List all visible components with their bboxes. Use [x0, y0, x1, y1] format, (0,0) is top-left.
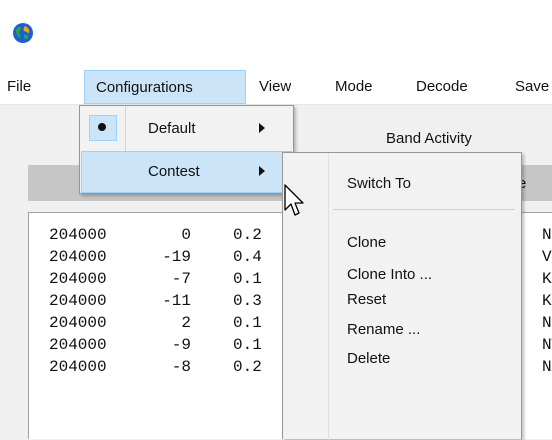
menu-item-reset[interactable]: Reset [347, 290, 386, 310]
globe-icon[interactable] [12, 22, 34, 44]
menu-bar: File Configurations View Mode Decode Sav… [0, 70, 552, 105]
chevron-right-icon [259, 123, 265, 133]
menu-item-rename[interactable]: Rename ... [347, 320, 420, 340]
band-activity-title: Band Activity [386, 130, 472, 147]
title-bar [0, 0, 552, 70]
config-default-item[interactable]: Default [81, 108, 292, 150]
menu-gutter-divider [328, 153, 329, 440]
menu-item-switch-to[interactable]: Switch To [347, 174, 411, 194]
contest-submenu: Switch To Clone Clone Into ... Reset Ren… [282, 152, 522, 440]
menu-item-clone[interactable]: Clone [347, 233, 386, 253]
menu-item-clone-into[interactable]: Clone Into ... [347, 265, 432, 285]
config-contest-item[interactable]: Contest [81, 151, 292, 193]
chevron-right-icon [259, 166, 265, 176]
menu-separator [333, 209, 515, 210]
menu-save[interactable]: Save [515, 77, 549, 97]
menu-view[interactable]: View [259, 77, 291, 97]
mouse-pointer-icon [284, 184, 304, 216]
menu-configurations[interactable]: Configurations [84, 70, 246, 104]
radio-dot-icon [98, 123, 106, 131]
config-contest-label: Contest [148, 163, 200, 180]
config-default-label: Default [148, 120, 196, 137]
menu-file[interactable]: File [7, 77, 31, 97]
configurations-dropdown: Default Contest [79, 105, 294, 194]
menu-item-delete[interactable]: Delete [347, 349, 390, 369]
menu-decode[interactable]: Decode [416, 77, 468, 97]
check-indicator [89, 115, 117, 141]
menu-mode[interactable]: Mode [335, 77, 373, 97]
